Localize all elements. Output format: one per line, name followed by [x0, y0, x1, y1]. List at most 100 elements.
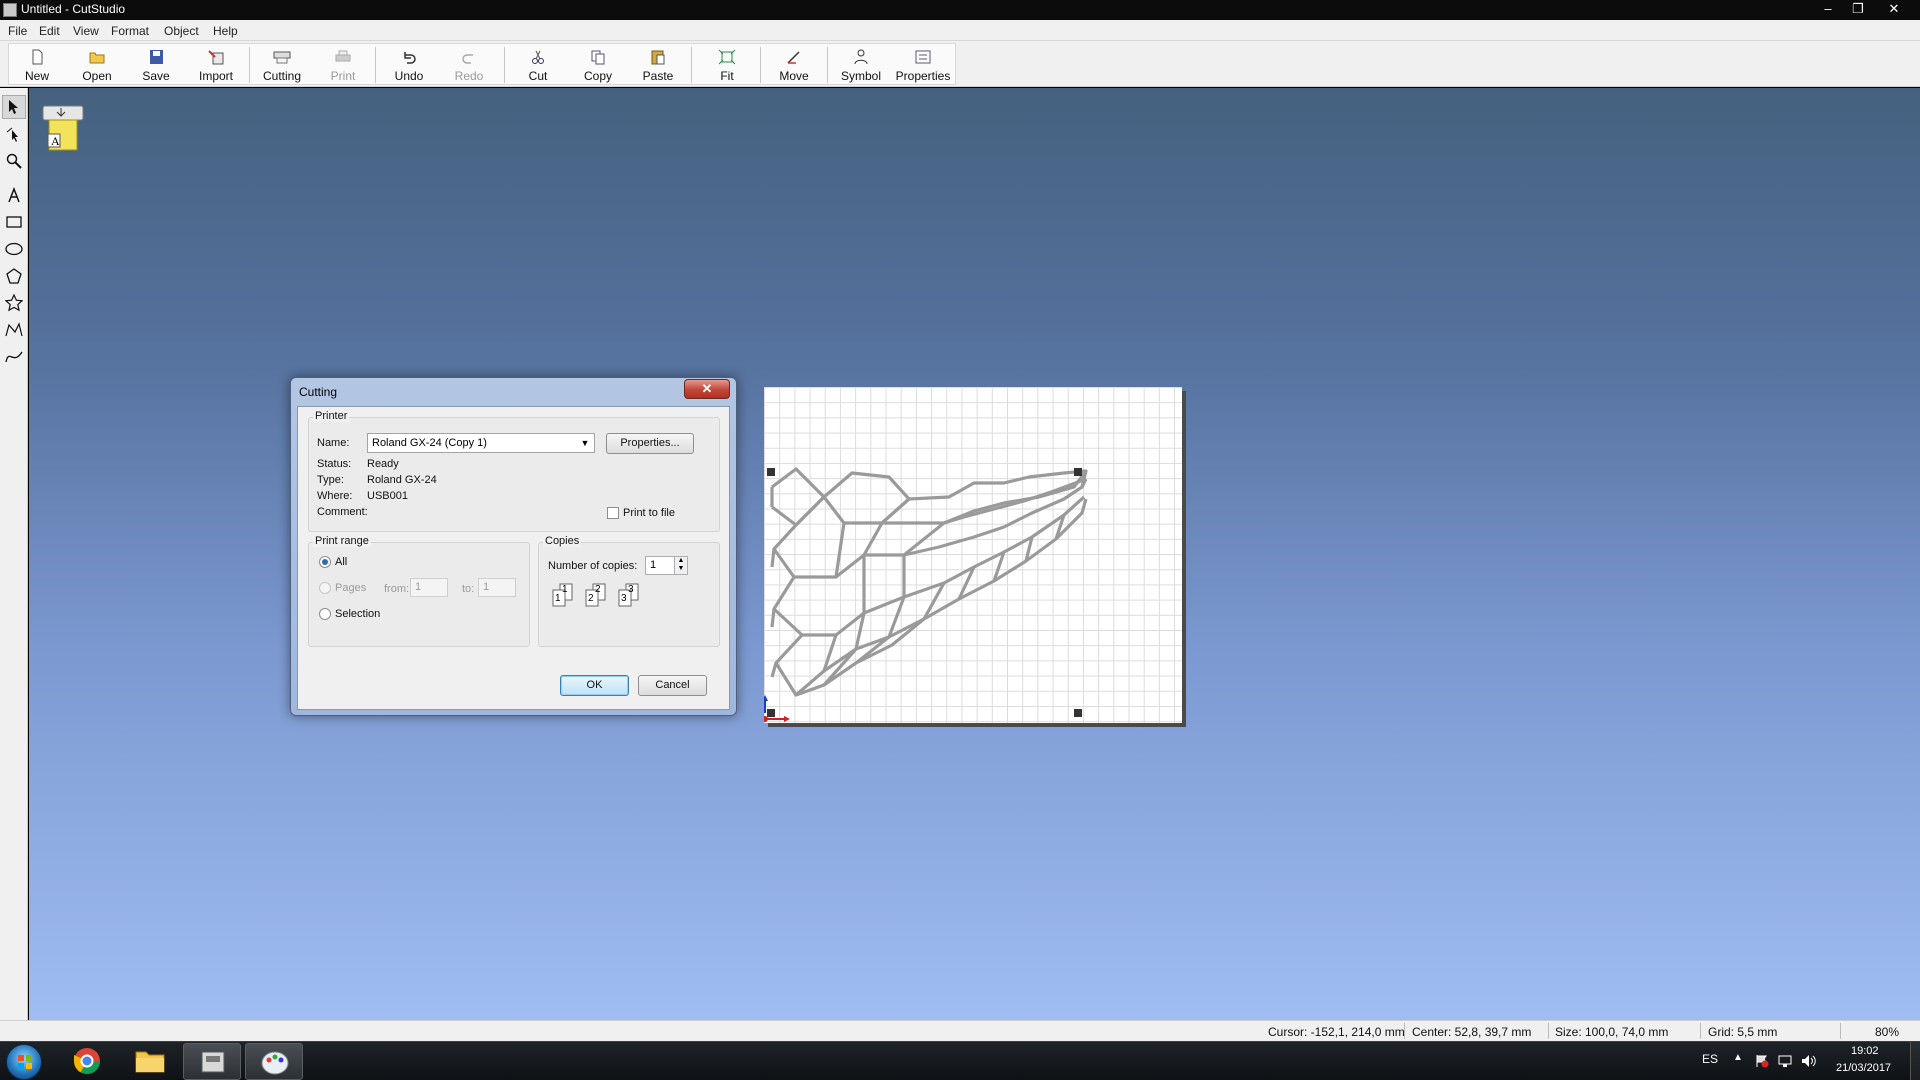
- menu-file[interactable]: File: [8, 24, 27, 38]
- range-selection-radio[interactable]: [319, 608, 331, 620]
- from-input[interactable]: 1: [410, 578, 448, 597]
- polygon-icon[interactable]: [2, 264, 26, 288]
- ok-button[interactable]: OK: [560, 675, 629, 696]
- select-arrow-icon[interactable]: [2, 95, 26, 119]
- clock-time[interactable]: 19:02: [1851, 1045, 1879, 1057]
- collate-number: 3: [628, 584, 634, 595]
- chevron-down-icon: ▼: [580, 438, 590, 448]
- type-label: Type:: [317, 474, 344, 486]
- properties-button[interactable]: Properties: [895, 44, 951, 86]
- toolbar-separator: [249, 47, 250, 83]
- redo-label: Redo: [454, 69, 484, 83]
- toolbar-separator: [760, 47, 761, 83]
- show-desktop-button[interactable]: [1910, 1042, 1920, 1080]
- status-value: Ready: [367, 458, 399, 470]
- menu-help[interactable]: Help: [213, 24, 238, 38]
- clock-date[interactable]: 21/03/2017: [1836, 1062, 1891, 1074]
- collate-number: 2: [595, 584, 601, 595]
- cutstudio-icon[interactable]: [183, 1043, 241, 1080]
- cut-button[interactable]: Cut: [510, 44, 566, 86]
- copies-spinner[interactable]: ▲ ▼: [674, 556, 688, 575]
- save-button[interactable]: Save: [128, 44, 184, 86]
- paste-label: Paste: [642, 69, 674, 83]
- symbol-label: Symbol: [840, 69, 881, 83]
- copies-group-title: Copies: [543, 535, 582, 547]
- copies-input[interactable]: 1: [645, 556, 675, 575]
- cancel-button[interactable]: Cancel: [638, 675, 707, 696]
- collate-icon: 1 1 2 2 3 3: [550, 582, 650, 612]
- redo-icon: [462, 54, 473, 64]
- curve-icon[interactable]: [2, 345, 26, 369]
- menu-edit[interactable]: Edit: [39, 24, 60, 38]
- rectangle-icon[interactable]: [2, 210, 26, 234]
- toolbar-separator: [504, 47, 505, 83]
- chrome-icon[interactable]: [58, 1043, 116, 1080]
- cutter-printer-letter: A: [51, 134, 60, 148]
- properties-label: Properties: [895, 69, 951, 83]
- redo-button[interactable]: Redo: [441, 44, 497, 86]
- print-button[interactable]: Print: [315, 44, 371, 86]
- range-all-label: All: [335, 556, 348, 568]
- import-button[interactable]: Import: [188, 44, 244, 86]
- to-label: to:: [462, 583, 475, 595]
- taskbar: ES ▲ 19:02 21/03/2017: [0, 1041, 1920, 1080]
- range-pages-radio[interactable]: [319, 582, 331, 594]
- toolbar-separator: [375, 47, 376, 83]
- printer-icon: [335, 50, 351, 62]
- restore-button[interactable]: ❐: [1843, 0, 1873, 18]
- text-icon[interactable]: [2, 183, 26, 207]
- zoom-level: 80%: [1875, 1025, 1900, 1039]
- ellipse-icon[interactable]: [2, 237, 26, 261]
- range-selection-label: Selection: [335, 608, 381, 620]
- save-label: Save: [142, 69, 170, 83]
- print-to-file-label: Print to file: [623, 507, 675, 519]
- honeycomb-design[interactable]: [764, 387, 1182, 723]
- new-document-icon: [32, 49, 43, 65]
- fit-button[interactable]: Fit: [699, 44, 755, 86]
- language-indicator[interactable]: ES: [1702, 1052, 1718, 1066]
- cutting-button[interactable]: Cutting: [254, 44, 310, 86]
- cutting-dialog: Cutting ✕ Printer Name: Roland GX-24 (Co…: [290, 377, 737, 716]
- copies-label: Number of copies:: [548, 560, 638, 572]
- import-label: Import: [198, 69, 233, 83]
- print-range-title: Print range: [313, 535, 371, 547]
- printer-name-value: Roland GX-24 (Copy 1): [372, 437, 487, 449]
- volume-icon[interactable]: [1801, 1054, 1817, 1068]
- new-button[interactable]: New: [9, 44, 65, 86]
- properties-icon: [915, 50, 931, 64]
- move-button[interactable]: Move: [766, 44, 822, 86]
- printer-properties-button[interactable]: Properties...: [606, 433, 694, 454]
- star-icon[interactable]: [2, 291, 26, 315]
- show-hidden-icons-icon[interactable]: ▲: [1733, 1052, 1743, 1063]
- menu-format[interactable]: Format: [111, 24, 149, 38]
- action-center-flag-icon[interactable]: [1755, 1054, 1769, 1068]
- dialog-title: Cutting: [299, 385, 338, 399]
- copy-button[interactable]: Copy: [570, 44, 626, 86]
- cutter-printer-icon[interactable]: A: [39, 100, 87, 154]
- from-label: from:: [384, 583, 410, 595]
- symbol-button[interactable]: Symbol: [833, 44, 889, 86]
- printer-name-select[interactable]: Roland GX-24 (Copy 1) ▼: [367, 433, 595, 453]
- polyline-icon[interactable]: [2, 318, 26, 342]
- to-input[interactable]: 1: [478, 578, 516, 597]
- minimize-button[interactable]: –: [1813, 0, 1843, 18]
- menu-object[interactable]: Object: [164, 24, 199, 38]
- copy-label: Copy: [583, 69, 612, 83]
- edit-points-icon[interactable]: [2, 122, 26, 146]
- window-title: Untitled - CutStudio: [21, 2, 126, 16]
- network-icon[interactable]: [1777, 1054, 1793, 1068]
- document-page[interactable]: [764, 387, 1182, 723]
- close-window-button[interactable]: ✕: [1879, 0, 1909, 18]
- undo-label: Undo: [394, 69, 424, 83]
- range-all-radio[interactable]: [319, 556, 331, 568]
- start-orb-icon[interactable]: [6, 1044, 42, 1080]
- zoom-icon[interactable]: [2, 149, 26, 173]
- print-to-file-checkbox[interactable]: [607, 507, 619, 519]
- paint-icon[interactable]: [245, 1043, 303, 1080]
- open-button[interactable]: Open: [69, 44, 125, 86]
- file-explorer-icon[interactable]: [121, 1043, 179, 1080]
- paste-button[interactable]: Paste: [630, 44, 686, 86]
- dialog-close-button[interactable]: ✕: [684, 379, 730, 399]
- menu-view[interactable]: View: [73, 24, 99, 38]
- undo-button[interactable]: Undo: [381, 44, 437, 86]
